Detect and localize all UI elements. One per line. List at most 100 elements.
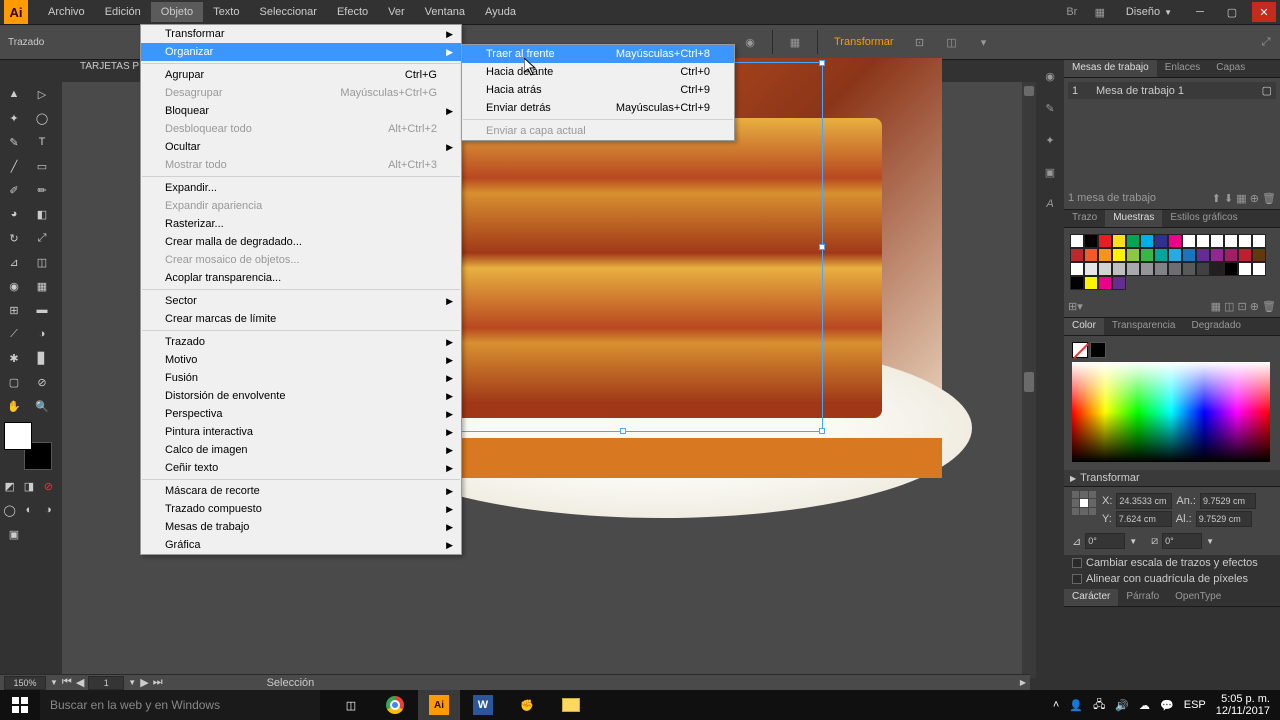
menuitem-trazado[interactable]: Trazado▶ [141, 333, 461, 351]
swatch[interactable] [1098, 276, 1112, 290]
menu-ayuda[interactable]: Ayuda [475, 2, 526, 22]
tab-paragraph[interactable]: Párrafo [1118, 589, 1167, 606]
swatch[interactable] [1112, 276, 1126, 290]
tab-artboards[interactable]: Mesas de trabajo [1064, 60, 1157, 77]
menu-texto[interactable]: Texto [203, 2, 249, 22]
menuitem-ocultar[interactable]: Ocultar▶ [141, 138, 461, 156]
swatch[interactable] [1154, 262, 1168, 276]
transform-link[interactable]: Transformar [830, 34, 898, 50]
menuitem-sector[interactable]: Sector▶ [141, 292, 461, 310]
eraser-tool[interactable]: ◧ [28, 202, 56, 226]
task-view-icon[interactable]: ◫ [330, 690, 372, 720]
swatch[interactable] [1098, 248, 1112, 262]
rectangle-tool[interactable]: ▭ [28, 154, 56, 178]
zoom-tool[interactable]: 🔍 [28, 394, 56, 418]
menuitem-crear-marcas-de-l-mite[interactable]: Crear marcas de límite [141, 310, 461, 328]
scale-strokes-checkbox[interactable]: Cambiar escala de trazos y efectos [1064, 555, 1280, 571]
swatch[interactable] [1154, 234, 1168, 248]
screen-mode[interactable]: ▣ [0, 522, 28, 546]
width-tool[interactable]: ⊿ [0, 250, 28, 274]
tab-transparency[interactable]: Transparencia [1104, 318, 1184, 335]
artboard-tool[interactable]: ▢ [0, 370, 28, 394]
swatch[interactable] [1210, 248, 1224, 262]
draw-inside[interactable]: ◑ [39, 498, 58, 522]
swatch[interactable] [1238, 248, 1252, 262]
swatch-libs-icon[interactable]: ⊞▾ [1068, 300, 1083, 313]
tab-character[interactable]: Carácter [1064, 589, 1118, 606]
menu-archivo[interactable]: Archivo [38, 2, 95, 22]
artboard-row[interactable]: 1 Mesa de trabajo 1 ▢ [1068, 82, 1276, 99]
tab-layers[interactable]: Capas [1208, 60, 1253, 77]
swatch[interactable] [1182, 248, 1196, 262]
vertical-scrollbar[interactable] [1022, 82, 1036, 678]
menuitem-acoplar-transparencia-[interactable]: Acoplar transparencia... [141, 269, 461, 287]
maximize-button[interactable]: ▢ [1220, 2, 1244, 22]
type-tool[interactable]: T [28, 130, 56, 154]
swatch-controls[interactable]: ▦ ◫ ⊡ ⊕ 🗑 [1211, 300, 1276, 313]
hand-tool[interactable]: ✋ [0, 394, 28, 418]
mesh-tool[interactable]: ⊞ [0, 298, 28, 322]
blob-brush-tool[interactable]: ◕ [0, 202, 28, 226]
slice-tool[interactable]: ⊘ [28, 370, 56, 394]
swatch[interactable] [1182, 234, 1196, 248]
tab-stroke[interactable]: Trazo [1064, 210, 1105, 227]
swatches-grid[interactable] [1068, 232, 1278, 292]
workspace-selector[interactable]: Diseño ▼ [1118, 4, 1180, 20]
menu-seleccionar[interactable]: Seleccionar [249, 2, 326, 22]
swatch[interactable] [1084, 234, 1098, 248]
menuitem-pintura-interactiva[interactable]: Pintura interactiva▶ [141, 423, 461, 441]
swatch[interactable] [1070, 262, 1084, 276]
swatch[interactable] [1168, 248, 1182, 262]
lasso-tool[interactable]: ◯ [28, 106, 56, 130]
last-page-icon[interactable]: ⏭ [153, 676, 163, 689]
pen-tool[interactable]: ✎ [0, 130, 28, 154]
menuitem-transformar[interactable]: Transformar▶ [141, 25, 461, 43]
swatch[interactable] [1070, 276, 1084, 290]
character-icon[interactable]: A [1036, 188, 1064, 220]
submenuitem-traer-al-frente[interactable]: Traer al frenteMayúsculas+Ctrl+8 [462, 45, 734, 63]
swatch[interactable] [1140, 234, 1154, 248]
selection-tool[interactable]: ▲ [0, 82, 28, 106]
eyedropper-tool[interactable]: ⟋ [0, 322, 28, 346]
swatch[interactable] [1070, 248, 1084, 262]
swatch[interactable] [1196, 234, 1210, 248]
swatch[interactable] [1084, 276, 1098, 290]
swatch[interactable] [1252, 248, 1266, 262]
graph-tool[interactable]: ▊ [28, 346, 56, 370]
swatch[interactable] [1168, 262, 1182, 276]
swatch[interactable] [1112, 262, 1126, 276]
tab-opentype[interactable]: OpenType [1167, 589, 1229, 606]
y-input[interactable] [1116, 511, 1172, 527]
menuitem-fusi-n[interactable]: Fusión▶ [141, 369, 461, 387]
color-spectrum[interactable] [1072, 362, 1270, 462]
brushes-icon[interactable]: ✎ [1036, 92, 1064, 124]
swatch[interactable] [1098, 262, 1112, 276]
menu-ventana[interactable]: Ventana [415, 2, 475, 22]
bridge-icon[interactable]: Br [1062, 2, 1082, 22]
swatch[interactable] [1238, 234, 1252, 248]
tray-notify-icon[interactable]: 💬 [1160, 699, 1174, 712]
submenuitem-enviar-detr-s[interactable]: Enviar detrásMayúsculas+Ctrl+9 [462, 99, 734, 117]
direct-selection-tool[interactable]: ▷ [28, 82, 56, 106]
chrome-icon[interactable] [374, 690, 416, 720]
tab-swatches[interactable]: Muestras [1105, 210, 1162, 227]
menuitem-mesas-de-trabajo[interactable]: Mesas de trabajo▶ [141, 518, 461, 536]
menuitem-bloquear[interactable]: Bloquear▶ [141, 102, 461, 120]
recolor-icon[interactable]: ◉ [740, 32, 760, 52]
tray-cloud-icon[interactable]: ☁ [1139, 699, 1150, 712]
explorer-icon[interactable] [550, 690, 592, 720]
swatch[interactable] [1252, 234, 1266, 248]
draw-normal[interactable]: ◯ [0, 498, 19, 522]
menuitem-organizar[interactable]: Organizar▶ [141, 43, 461, 61]
app-icon-orange[interactable]: ✊ [506, 690, 548, 720]
symbols-icon[interactable]: ✦ [1036, 124, 1064, 156]
menuitem-rasterizar-[interactable]: Rasterizar... [141, 215, 461, 233]
transform-panel-header[interactable]: ▶Transformar [1064, 470, 1280, 487]
menu-edición[interactable]: Edición [95, 2, 151, 22]
color-guide-icon[interactable]: ◉ [1036, 60, 1064, 92]
swatch[interactable] [1224, 248, 1238, 262]
gradient-mode[interactable]: ◨ [19, 474, 38, 498]
arrange-docs-icon[interactable]: ▦ [1090, 2, 1110, 22]
menu-efecto[interactable]: Efecto [327, 2, 378, 22]
close-button[interactable]: ✕ [1252, 2, 1276, 22]
